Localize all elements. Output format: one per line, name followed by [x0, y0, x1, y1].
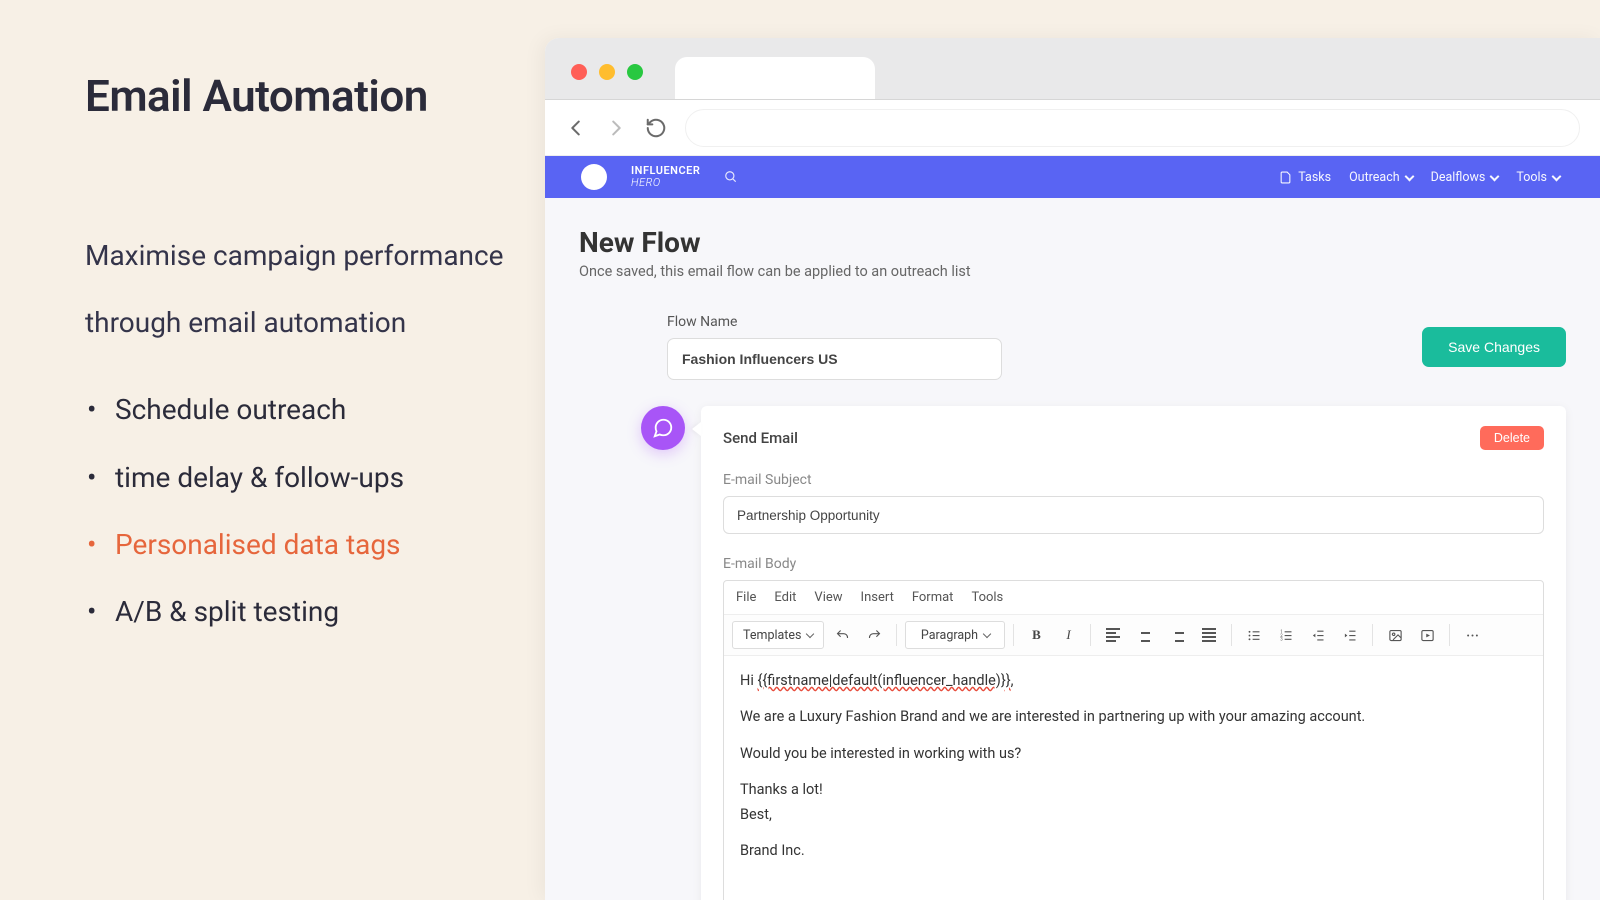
menu-view[interactable]: View [814, 590, 842, 605]
nav-tasks[interactable]: Tasks [1279, 170, 1331, 185]
forward-icon[interactable] [605, 117, 627, 139]
insert-image-icon[interactable] [1381, 621, 1409, 649]
outdent-icon[interactable] [1304, 621, 1332, 649]
redo-icon[interactable] [860, 621, 888, 649]
marketing-subtitle: Maximise campaign performance through em… [85, 222, 505, 356]
browser-toolbar [545, 100, 1600, 156]
editor-menubar: File Edit View Insert Format Tools [724, 581, 1543, 615]
indent-icon[interactable] [1336, 621, 1364, 649]
nav-outreach[interactable]: Outreach [1349, 170, 1413, 185]
insert-media-icon[interactable] [1413, 621, 1441, 649]
data-tag-token: {{firstname|default(influencer_handle)}} [757, 672, 1010, 689]
flow-name-input[interactable] [667, 338, 1002, 380]
reload-icon[interactable] [645, 117, 667, 139]
brand-logo-icon [581, 164, 607, 190]
templates-dropdown[interactable]: Templates [732, 621, 824, 649]
back-icon[interactable] [565, 117, 587, 139]
page-title: New Flow [579, 226, 1566, 259]
window-close-icon[interactable] [571, 64, 587, 80]
chevron-down-icon [806, 630, 814, 638]
delete-button[interactable]: Delete [1480, 426, 1544, 450]
align-center-icon[interactable] [1131, 621, 1159, 649]
search-icon[interactable] [724, 170, 738, 184]
align-right-icon[interactable] [1163, 621, 1191, 649]
menu-file[interactable]: File [736, 590, 756, 605]
number-list-icon[interactable]: 123 [1272, 621, 1300, 649]
flow-name-label: Flow Name [667, 314, 1002, 330]
menu-format[interactable]: Format [912, 590, 954, 605]
chevron-down-icon [1404, 171, 1414, 181]
editor-toolbar: Templates Paragraph [724, 615, 1543, 656]
bullet-ab: A/B & split testing [115, 578, 505, 645]
bullet-tags: Personalised data tags [115, 511, 505, 578]
paragraph-dropdown[interactable]: Paragraph [905, 621, 1005, 649]
menu-edit[interactable]: Edit [774, 590, 796, 605]
feature-bullet-list: Schedule outreach time delay & follow-up… [85, 376, 505, 645]
menu-tools[interactable]: Tools [971, 590, 1003, 605]
chevron-down-icon [1552, 171, 1562, 181]
body-label: E-mail Body [723, 556, 1544, 572]
align-justify-icon[interactable] [1195, 621, 1223, 649]
email-body-content[interactable]: Hi {{firstname|default(influencer_handle… [724, 656, 1543, 900]
nav-dealflows[interactable]: Dealflows [1431, 170, 1499, 185]
brand-text: INFLUENCER HERO [631, 165, 700, 188]
italic-button[interactable]: I [1054, 621, 1082, 649]
more-icon[interactable] [1458, 621, 1486, 649]
send-email-step-icon[interactable] [641, 406, 685, 450]
undo-icon[interactable] [828, 621, 856, 649]
nav-tools[interactable]: Tools [1516, 170, 1560, 185]
subject-input[interactable] [723, 496, 1544, 534]
browser-tab[interactable] [675, 57, 875, 99]
send-email-card: Send Email Delete E-mail Subject E-mail … [701, 406, 1566, 900]
mock-browser: INFLUENCER HERO Tasks Outreach Dealflows… [545, 38, 1600, 900]
window-maximize-icon[interactable] [627, 64, 643, 80]
app-header: INFLUENCER HERO Tasks Outreach Dealflows… [545, 156, 1600, 198]
chevron-down-icon [983, 630, 991, 638]
marketing-title: Email Automation [85, 70, 505, 122]
bullet-delay: time delay & follow-ups [115, 444, 505, 511]
bullet-schedule: Schedule outreach [115, 376, 505, 443]
menu-insert[interactable]: Insert [861, 590, 894, 605]
step-pointer-icon [692, 422, 701, 436]
email-body-editor: File Edit View Insert Format Tools T [723, 580, 1544, 900]
bold-button[interactable]: B [1022, 621, 1050, 649]
card-title: Send Email [723, 429, 798, 447]
align-left-icon[interactable] [1099, 621, 1127, 649]
svg-text:3: 3 [1280, 637, 1283, 642]
window-minimize-icon[interactable] [599, 64, 615, 80]
window-chrome [545, 38, 1600, 100]
chevron-down-icon [1490, 171, 1500, 181]
subject-label: E-mail Subject [723, 472, 1544, 488]
save-changes-button[interactable]: Save Changes [1422, 327, 1566, 367]
address-bar[interactable] [685, 109, 1580, 147]
page-subtitle: Once saved, this email flow can be appli… [579, 263, 1566, 280]
bullet-list-icon[interactable] [1240, 621, 1268, 649]
